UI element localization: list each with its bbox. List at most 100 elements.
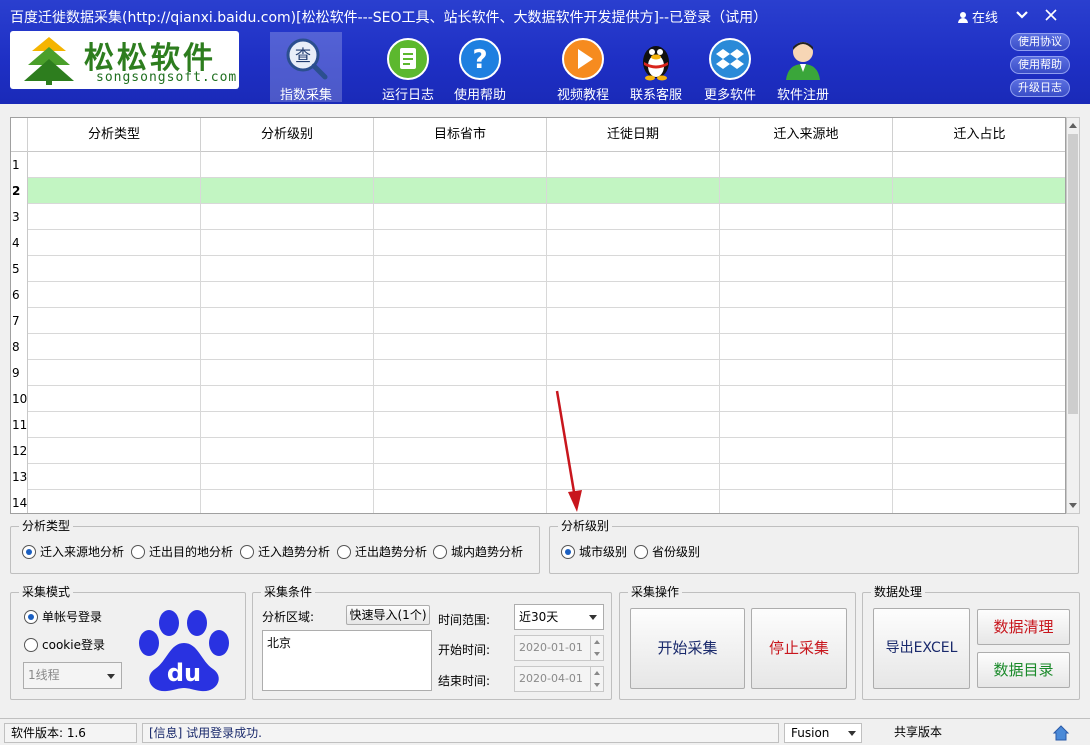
table-cell[interactable] xyxy=(201,230,374,256)
table-cell[interactable] xyxy=(720,152,893,178)
table-cell[interactable] xyxy=(547,178,720,204)
table-cell[interactable] xyxy=(893,360,1065,386)
table-cell[interactable] xyxy=(374,412,547,438)
tool-run-log[interactable]: 运行日志 xyxy=(372,32,444,103)
table-cell[interactable] xyxy=(893,178,1065,204)
table-cell[interactable] xyxy=(547,204,720,230)
table-cell[interactable] xyxy=(28,282,201,308)
table-cell[interactable] xyxy=(28,204,201,230)
table-cell[interactable] xyxy=(893,412,1065,438)
table-cell[interactable] xyxy=(720,178,893,204)
table-cell[interactable] xyxy=(893,230,1065,256)
quick-import-button[interactable]: 快速导入(1个) xyxy=(346,605,430,625)
table-cell[interactable] xyxy=(28,490,201,513)
table-cell[interactable] xyxy=(893,490,1065,513)
table-cell[interactable] xyxy=(201,178,374,204)
area-textarea[interactable]: 北京 xyxy=(262,630,432,691)
table-cell[interactable] xyxy=(201,360,374,386)
table-cell[interactable] xyxy=(893,464,1065,490)
table-row[interactable]: 4 xyxy=(11,230,1065,256)
export-excel-button[interactable]: 导出EXCEL xyxy=(873,608,970,689)
table-cell[interactable] xyxy=(201,152,374,178)
table-row[interactable]: 14 xyxy=(11,490,1065,513)
radio-province-level[interactable]: 省份级别 xyxy=(634,544,700,560)
start-collect-button[interactable]: 开始采集 xyxy=(630,608,745,689)
changelog-button[interactable]: 升级日志 xyxy=(1010,79,1070,97)
table-cell[interactable] xyxy=(720,386,893,412)
table-cell[interactable] xyxy=(893,256,1065,282)
scroll-down-icon[interactable] xyxy=(1069,503,1077,508)
spin-arrows-icon[interactable] xyxy=(590,667,603,691)
radio-outbound-trend[interactable]: 迁出趋势分析 xyxy=(337,544,427,560)
table-cell[interactable] xyxy=(28,256,201,282)
start-date-field[interactable]: 2020-01-01 xyxy=(514,635,604,661)
table-row[interactable]: 2 xyxy=(11,178,1065,204)
time-range-select[interactable]: 近30天 xyxy=(514,604,604,630)
table-cell[interactable] xyxy=(28,334,201,360)
clean-data-button[interactable]: 数据清理 xyxy=(977,609,1070,645)
table-cell[interactable] xyxy=(201,256,374,282)
radio-intracity-trend[interactable]: 城内趋势分析 xyxy=(433,544,523,560)
table-cell[interactable] xyxy=(201,282,374,308)
table-row[interactable]: 10 xyxy=(11,386,1065,412)
table-cell[interactable] xyxy=(720,490,893,513)
column-header[interactable]: 迁徙日期 xyxy=(547,118,720,152)
table-cell[interactable] xyxy=(374,152,547,178)
table-cell[interactable] xyxy=(28,230,201,256)
table-cell[interactable] xyxy=(374,204,547,230)
table-row[interactable]: 9 xyxy=(11,360,1065,386)
table-cell[interactable] xyxy=(547,282,720,308)
table-cell[interactable] xyxy=(374,464,547,490)
tool-video-tutorial[interactable]: 视频教程 xyxy=(547,32,619,103)
radio-single-account[interactable]: 单帐号登录 xyxy=(24,609,102,625)
thread-count-select[interactable]: 1线程 xyxy=(23,662,122,689)
table-scrollbar[interactable] xyxy=(1066,117,1080,514)
table-cell[interactable] xyxy=(201,334,374,360)
terms-button[interactable]: 使用协议 xyxy=(1010,33,1070,51)
table-row[interactable]: 7 xyxy=(11,308,1065,334)
table-cell[interactable] xyxy=(28,178,201,204)
table-cell[interactable] xyxy=(28,360,201,386)
table-cell[interactable] xyxy=(720,464,893,490)
table-cell[interactable] xyxy=(720,412,893,438)
scrollbar-thumb[interactable] xyxy=(1068,134,1078,414)
table-cell[interactable] xyxy=(28,152,201,178)
column-header[interactable]: 分析类型 xyxy=(28,118,201,152)
online-status[interactable]: 在线 xyxy=(958,7,998,26)
table-cell[interactable] xyxy=(201,490,374,513)
table-cell[interactable] xyxy=(720,308,893,334)
table-row[interactable]: 5 xyxy=(11,256,1065,282)
table-cell[interactable] xyxy=(720,256,893,282)
stop-collect-button[interactable]: 停止采集 xyxy=(751,608,847,689)
usage-help-button[interactable]: 使用帮助 xyxy=(1010,56,1070,74)
table-cell[interactable] xyxy=(720,282,893,308)
column-header[interactable]: 分析级别 xyxy=(201,118,374,152)
table-cell[interactable] xyxy=(720,204,893,230)
dropdown-icon[interactable] xyxy=(1011,5,1033,25)
table-cell[interactable] xyxy=(893,308,1065,334)
table-cell[interactable] xyxy=(374,308,547,334)
table-cell[interactable] xyxy=(547,308,720,334)
tool-more-software[interactable]: 更多软件 xyxy=(694,32,766,103)
table-cell[interactable] xyxy=(374,490,547,513)
tool-index-collect[interactable]: 查 指数采集 xyxy=(270,32,342,103)
results-table[interactable]: 分析类型 分析级别 目标省市 迁徙日期 迁入来源地 迁入占比 123456789… xyxy=(10,117,1066,514)
column-header[interactable]: 迁入占比 xyxy=(893,118,1065,152)
radio-outbound-destination[interactable]: 迁出目的地分析 xyxy=(131,544,233,560)
table-cell[interactable] xyxy=(893,386,1065,412)
table-cell[interactable] xyxy=(893,204,1065,230)
table-cell[interactable] xyxy=(374,230,547,256)
table-cell[interactable] xyxy=(547,152,720,178)
table-cell[interactable] xyxy=(201,438,374,464)
column-header[interactable]: 目标省市 xyxy=(374,118,547,152)
home-icon[interactable] xyxy=(1052,724,1070,742)
table-cell[interactable] xyxy=(374,386,547,412)
theme-select[interactable]: Fusion xyxy=(784,723,862,743)
table-cell[interactable] xyxy=(28,464,201,490)
table-row[interactable]: 12 xyxy=(11,438,1065,464)
table-cell[interactable] xyxy=(547,230,720,256)
table-cell[interactable] xyxy=(374,438,547,464)
table-cell[interactable] xyxy=(720,438,893,464)
table-cell[interactable] xyxy=(547,256,720,282)
table-row[interactable]: 1 xyxy=(11,152,1065,178)
